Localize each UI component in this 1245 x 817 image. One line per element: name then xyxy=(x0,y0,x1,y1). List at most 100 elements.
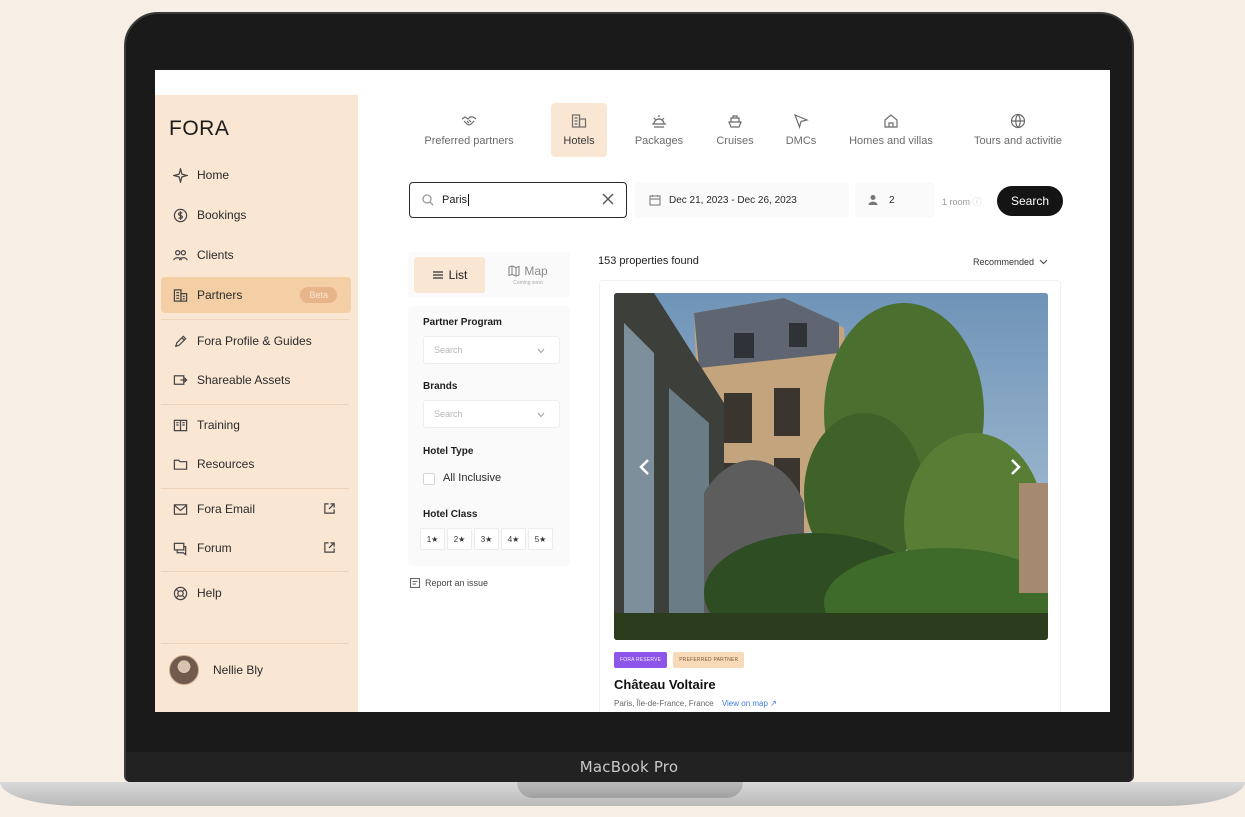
brands-select[interactable]: Search xyxy=(423,400,560,428)
tab-label: Tours and activitie xyxy=(973,135,1063,147)
results-count: 153 properties found xyxy=(598,255,699,267)
sidebar-item-profile-guides[interactable]: Fora Profile & Guides xyxy=(161,323,351,359)
user-name: Nellie Bly xyxy=(213,663,264,677)
chevron-down-icon xyxy=(537,412,545,418)
sidebar-item-fora-email[interactable]: Fora Email xyxy=(161,491,351,527)
tab-label: Cruises xyxy=(716,135,754,147)
tab-preferred-partners[interactable]: Preferred partners xyxy=(414,103,524,157)
select-placeholder: Search xyxy=(434,409,463,419)
hotel-badges: FORA RESERVE PREFERRED PARTNER xyxy=(614,652,745,668)
sidebar-item-clients[interactable]: Clients xyxy=(161,237,351,273)
close-icon xyxy=(602,193,614,205)
tab-hotels[interactable]: Hotels xyxy=(551,103,607,157)
people-icon xyxy=(171,246,189,264)
sidebar-item-bookings[interactable]: Bookings xyxy=(161,197,351,233)
tab-label: Preferred partners xyxy=(424,135,514,147)
hotel-name[interactable]: Château Voltaire xyxy=(614,677,716,692)
ship-icon xyxy=(728,115,742,128)
sidebar-item-help[interactable]: Help xyxy=(161,575,351,611)
sidebar-item-label: Help xyxy=(197,586,222,600)
sort-dropdown[interactable]: Recommended xyxy=(973,257,1048,267)
hotel-card[interactable]: FORA RESERVE PREFERRED PARTNER Château V… xyxy=(599,280,1061,712)
hotel-photo-image xyxy=(614,293,1048,640)
share-icon xyxy=(171,371,189,389)
book-icon xyxy=(171,416,189,434)
preferred-partner-badge: PREFERRED PARTNER xyxy=(673,652,745,668)
search-button[interactable]: Search xyxy=(997,186,1063,216)
tab-packages[interactable]: Packages xyxy=(624,103,694,157)
globe-icon xyxy=(1010,113,1026,129)
map-view-button[interactable]: Map Coming soon xyxy=(492,257,564,293)
map-icon xyxy=(508,265,520,277)
view-toggle: List Map Coming soon xyxy=(408,252,570,298)
sidebar-item-label: Partners xyxy=(197,288,243,302)
guests-selector[interactable]: 2 xyxy=(855,182,935,218)
destination-search-input[interactable]: Paris xyxy=(409,182,627,218)
star-filter-4[interactable]: 4★ xyxy=(501,528,526,550)
star-filter-1[interactable]: 1★ xyxy=(420,528,445,550)
sidebar-item-forum[interactable]: Forum xyxy=(161,530,351,566)
view-on-map-link[interactable]: View on map ↗ xyxy=(722,699,777,708)
sidebar-divider xyxy=(161,319,349,320)
sidebar-item-resources[interactable]: Resources xyxy=(161,446,351,482)
dollar-circle-icon xyxy=(171,206,189,224)
all-inclusive-checkbox[interactable] xyxy=(423,473,435,485)
chevron-down-icon xyxy=(1039,259,1048,265)
laptop-bezel: MacBook Pro xyxy=(126,752,1132,782)
sidebar-item-label: Home xyxy=(197,168,230,182)
sidebar-item-partners[interactable]: Partners Beta xyxy=(161,277,351,313)
device-label: MacBook Pro xyxy=(579,758,679,776)
list-icon xyxy=(432,271,443,279)
star-filter-5[interactable]: 5★ xyxy=(528,528,553,550)
sun-icon xyxy=(652,115,666,128)
hotel-type-label: Hotel Type xyxy=(423,446,474,457)
beta-badge: Beta xyxy=(300,287,337,303)
sidebar-divider xyxy=(161,643,349,644)
filter-panel: Partner Program Search Brands Search Hot… xyxy=(408,306,570,566)
person-icon xyxy=(868,195,878,205)
star-filter-2[interactable]: 2★ xyxy=(447,528,472,550)
user-profile[interactable]: Nellie Bly xyxy=(169,655,263,685)
category-tabs: Preferred partners Hotels Packages Cruis… xyxy=(358,95,1110,165)
rooms-value: 1 room xyxy=(942,197,971,207)
tab-homes-villas[interactable]: Homes and villas xyxy=(836,103,946,157)
report-issue-link[interactable]: Report an issue xyxy=(410,578,488,588)
list-view-button[interactable]: List xyxy=(414,257,485,293)
hotel-location: Paris, Île-de-France, France View on map… xyxy=(614,699,777,708)
partner-program-select[interactable]: Search xyxy=(423,336,560,364)
tab-cruises[interactable]: Cruises xyxy=(705,103,765,157)
report-label: Report an issue xyxy=(425,578,489,588)
navigation-icon xyxy=(793,113,809,129)
external-link-icon xyxy=(323,541,337,555)
photo-next-button[interactable] xyxy=(1008,458,1028,478)
sidebar-item-home[interactable]: Home xyxy=(161,157,351,193)
sidebar-item-label: Bookings xyxy=(197,208,247,222)
sort-label: Recommended xyxy=(973,257,1035,267)
hotel-photo[interactable] xyxy=(614,293,1048,640)
coming-soon-label: Coming soon xyxy=(513,280,543,286)
tab-dmcs[interactable]: DMCs xyxy=(776,103,826,157)
sparkle-icon xyxy=(171,166,189,184)
sidebar-item-label: Shareable Assets xyxy=(197,373,291,387)
folder-icon xyxy=(171,455,189,473)
sidebar-item-shareable-assets[interactable]: Shareable Assets xyxy=(161,362,351,398)
sidebar-divider xyxy=(161,404,349,405)
location-text: Paris, Île-de-France, France xyxy=(614,699,714,708)
fora-logo[interactable]: FORA xyxy=(169,117,229,141)
tab-tours-activities[interactable]: Tours and activitie xyxy=(958,103,1078,157)
date-range-picker[interactable]: Dec 21, 2023 - Dec 26, 2023 xyxy=(635,182,849,218)
fora-reserve-badge: FORA RESERVE xyxy=(614,652,668,668)
list-label: List xyxy=(448,268,468,282)
destination-value: Paris xyxy=(442,194,468,206)
chevron-down-icon xyxy=(537,348,545,354)
star-filter-3[interactable]: 3★ xyxy=(474,528,499,550)
rooms-selector[interactable]: 1 room ⓘ xyxy=(942,195,982,208)
browser-top-strip xyxy=(155,70,1110,95)
all-inclusive-label: All Inclusive xyxy=(443,472,502,484)
sidebar-item-training[interactable]: Training xyxy=(161,407,351,443)
search-icon xyxy=(422,194,434,206)
chat-icon xyxy=(171,539,189,557)
photo-prev-button[interactable] xyxy=(638,458,658,478)
clear-search-button[interactable] xyxy=(602,193,616,207)
text-cursor xyxy=(468,194,470,206)
